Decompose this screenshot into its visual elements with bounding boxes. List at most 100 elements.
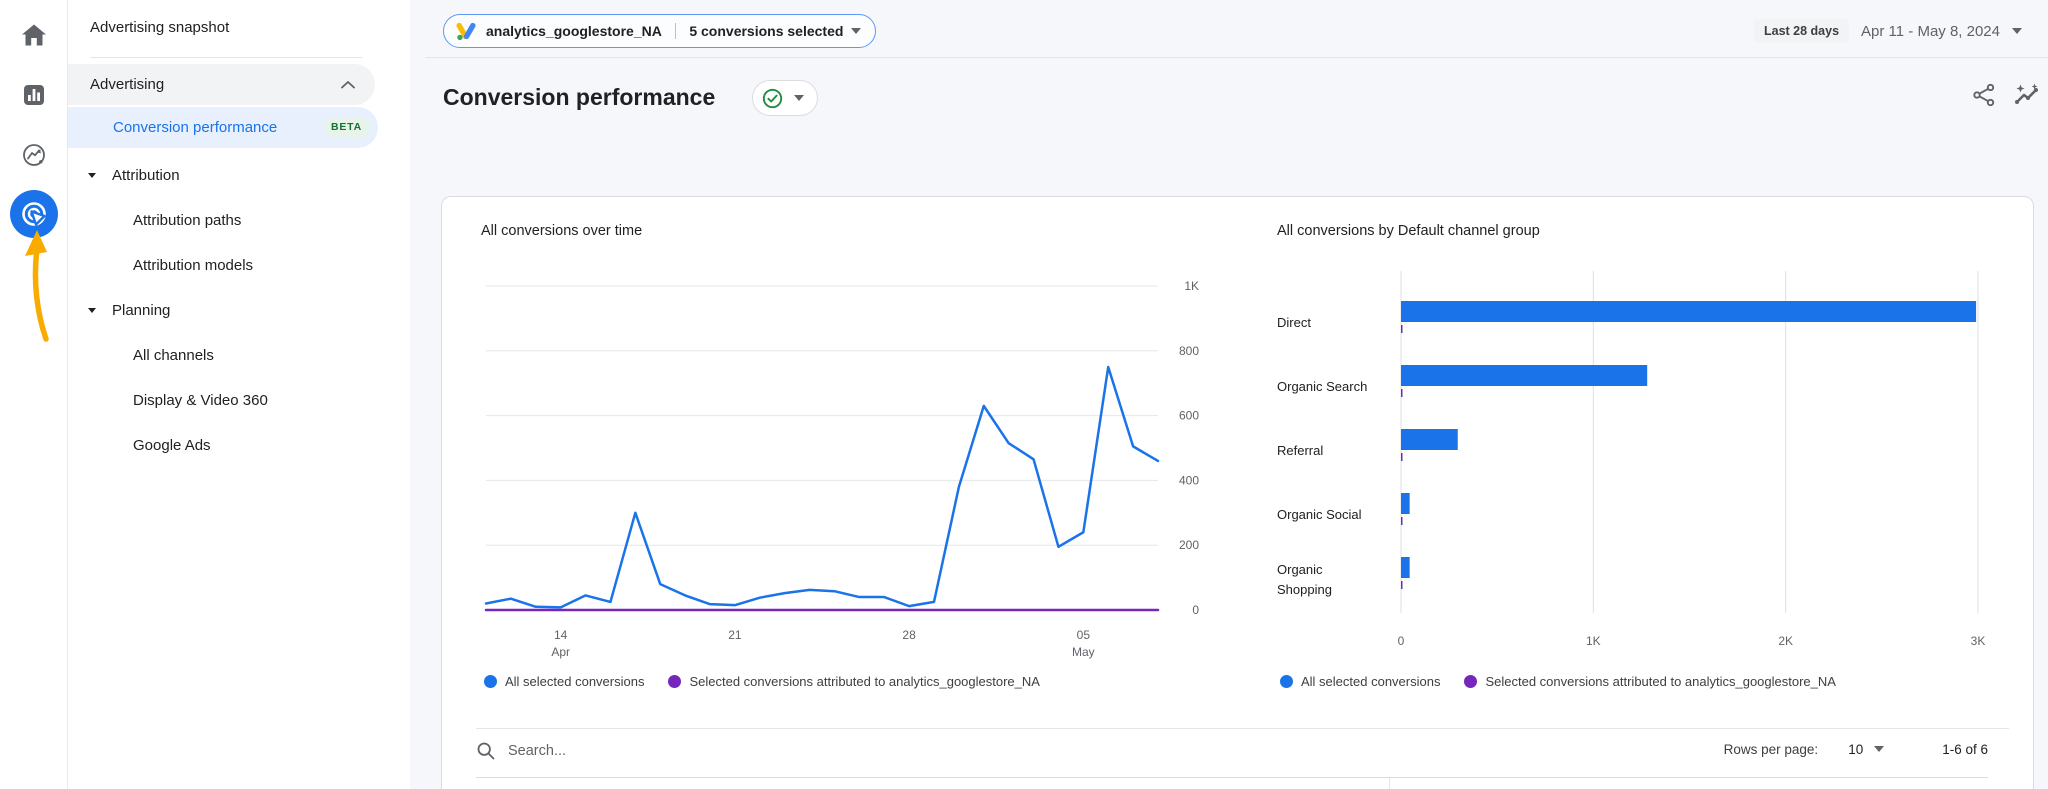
bar-all-conversions bbox=[1401, 301, 1976, 322]
line-chart-legend: All selected conversions Selected convers… bbox=[484, 671, 1040, 691]
header-divider bbox=[425, 57, 2048, 58]
legend-item: Selected conversions attributed to analy… bbox=[1464, 674, 1836, 689]
search-icon bbox=[476, 741, 496, 761]
bar-attributed bbox=[1401, 517, 1403, 525]
line-series-all-conversions bbox=[486, 367, 1158, 607]
y-tick-label: 200 bbox=[1179, 538, 1199, 552]
legend-dot-icon bbox=[1280, 675, 1293, 688]
sidebar-item-attribution-models[interactable]: Attribution models bbox=[68, 245, 410, 285]
x-tick-label: 0 bbox=[1398, 634, 1405, 648]
insights-button[interactable] bbox=[2014, 82, 2040, 108]
nav-home-button[interactable] bbox=[10, 11, 58, 59]
sidebar-group-label: Planning bbox=[112, 302, 170, 319]
sidebar-item-attribution-paths[interactable]: Attribution paths bbox=[68, 200, 410, 240]
sidebar-item-advertising-snapshot[interactable]: Advertising snapshot bbox=[90, 8, 229, 46]
y-tick-label: 0 bbox=[1192, 603, 1199, 617]
legend-dot-icon bbox=[668, 675, 681, 688]
x-tick-label: 3K bbox=[1971, 634, 1986, 648]
bar-attributed bbox=[1401, 581, 1403, 589]
expand-triangle-icon bbox=[88, 308, 96, 313]
home-icon bbox=[19, 20, 49, 50]
conversions-selector-pill[interactable]: analytics_googlestore_NA 5 conversions s… bbox=[443, 14, 876, 48]
sidebar-section-label: Advertising bbox=[90, 76, 164, 93]
sidebar-item-conversion-performance[interactable]: Conversion performance BETA bbox=[68, 107, 378, 148]
legend-label: All selected conversions bbox=[1301, 674, 1440, 689]
advertising-sidebar: Advertising snapshot Advertising Convers… bbox=[68, 0, 410, 789]
x-tick-label: 1K bbox=[1586, 634, 1601, 648]
rows-per-page-select[interactable]: 10 bbox=[1848, 742, 1884, 757]
share-icon bbox=[1971, 82, 1997, 108]
page-title: Conversion performance bbox=[443, 84, 715, 111]
table-pagination: Rows per page: 10 1-6 of 6 bbox=[1724, 735, 1988, 763]
bar-attributed bbox=[1401, 453, 1403, 461]
legend-label: All selected conversions bbox=[505, 674, 644, 689]
x-tick-label: 21 bbox=[728, 628, 742, 642]
chevron-up-icon bbox=[341, 81, 355, 89]
x-tick-label: 2K bbox=[1778, 634, 1793, 648]
chevron-down-icon bbox=[851, 28, 861, 34]
legend-dot-icon bbox=[484, 675, 497, 688]
sidebar-group-planning[interactable]: Planning bbox=[68, 290, 410, 330]
x-tick-label: 05 bbox=[1077, 628, 1091, 642]
conversions-selected-label: 5 conversions selected bbox=[689, 23, 843, 39]
date-range-text: Apr 11 - May 8, 2024 bbox=[1861, 23, 2000, 40]
x-tick-label: 28 bbox=[902, 628, 916, 642]
pill-separator bbox=[675, 23, 677, 39]
date-range-picker[interactable]: Last 28 days Apr 11 - May 8, 2024 bbox=[1754, 16, 2022, 46]
legend-label: Selected conversions attributed to analy… bbox=[1485, 674, 1836, 689]
legend-item: Selected conversions attributed to analy… bbox=[668, 674, 1040, 689]
legend-dot-icon bbox=[1464, 675, 1477, 688]
bar-all-conversions bbox=[1401, 557, 1410, 578]
x-tick-label: 14 bbox=[554, 628, 568, 642]
sidebar-item-display-video-360[interactable]: Display & Video 360 bbox=[68, 380, 410, 420]
bar-category-label: Shopping bbox=[1277, 582, 1332, 597]
annotation-arrow bbox=[14, 225, 64, 355]
chevron-down-icon bbox=[794, 95, 804, 101]
nav-reports-button[interactable] bbox=[10, 71, 58, 119]
sidebar-group-label: Attribution bbox=[112, 167, 180, 184]
chevron-down-icon bbox=[2012, 28, 2022, 34]
nav-explore-button[interactable] bbox=[10, 131, 58, 179]
y-tick-label: 1K bbox=[1184, 279, 1199, 293]
app-root: Advertising snapshot Advertising Convers… bbox=[0, 0, 2048, 789]
bar-chart-legend: All selected conversions Selected convers… bbox=[1280, 671, 1836, 691]
bar-category-label: Organic Search bbox=[1277, 379, 1367, 394]
conversion-status-pill[interactable] bbox=[752, 80, 818, 116]
table-column-divider bbox=[1389, 778, 1390, 789]
insights-sparkline-icon bbox=[2014, 82, 2040, 108]
icon-rail bbox=[0, 0, 68, 789]
sidebar-item-all-channels[interactable]: All channels bbox=[68, 335, 410, 375]
bar-category-label: Organic bbox=[1277, 562, 1323, 577]
y-tick-label: 800 bbox=[1179, 344, 1199, 358]
rows-per-page-label: Rows per page: bbox=[1724, 742, 1819, 757]
legend-item: All selected conversions bbox=[1280, 674, 1440, 689]
charts-canvas: 0 200 400 600 800 1K 14 Apr 21 28 05 May 0 1K 2K 3K Dire… bbox=[442, 197, 2035, 665]
conversion-performance-card: All conversions over time All conversion… bbox=[441, 196, 2034, 789]
search-top-divider bbox=[476, 728, 2009, 729]
legend-label: Selected conversions attributed to analy… bbox=[689, 674, 1040, 689]
reports-icon bbox=[19, 80, 49, 110]
bar-all-conversions bbox=[1401, 365, 1647, 386]
bar-attributed bbox=[1401, 389, 1403, 397]
search-input[interactable] bbox=[508, 743, 1108, 759]
table-search bbox=[476, 733, 1108, 769]
header-actions bbox=[1971, 82, 2040, 108]
expand-triangle-icon bbox=[88, 173, 96, 178]
beta-badge: BETA bbox=[323, 117, 370, 137]
property-name: analytics_googlestore_NA bbox=[486, 23, 662, 39]
sidebar-item-google-ads[interactable]: Google Ads bbox=[68, 425, 410, 465]
bar-attributed bbox=[1401, 325, 1403, 333]
chevron-down-icon bbox=[1874, 746, 1884, 752]
bar-category-label: Direct bbox=[1277, 315, 1311, 330]
x-tick-label: May bbox=[1072, 645, 1095, 659]
sidebar-group-attribution[interactable]: Attribution bbox=[68, 155, 410, 195]
sidebar-divider bbox=[90, 57, 362, 58]
share-button[interactable] bbox=[1971, 82, 1997, 108]
explore-icon bbox=[19, 140, 49, 170]
pagination-range: 1-6 of 6 bbox=[1942, 742, 1988, 757]
sidebar-section-advertising[interactable]: Advertising bbox=[68, 64, 375, 105]
main-content: analytics_googlestore_NA 5 conversions s… bbox=[410, 0, 2048, 789]
y-tick-label: 600 bbox=[1179, 409, 1199, 423]
x-tick-label: Apr bbox=[551, 645, 570, 659]
y-tick-label: 400 bbox=[1179, 473, 1199, 487]
